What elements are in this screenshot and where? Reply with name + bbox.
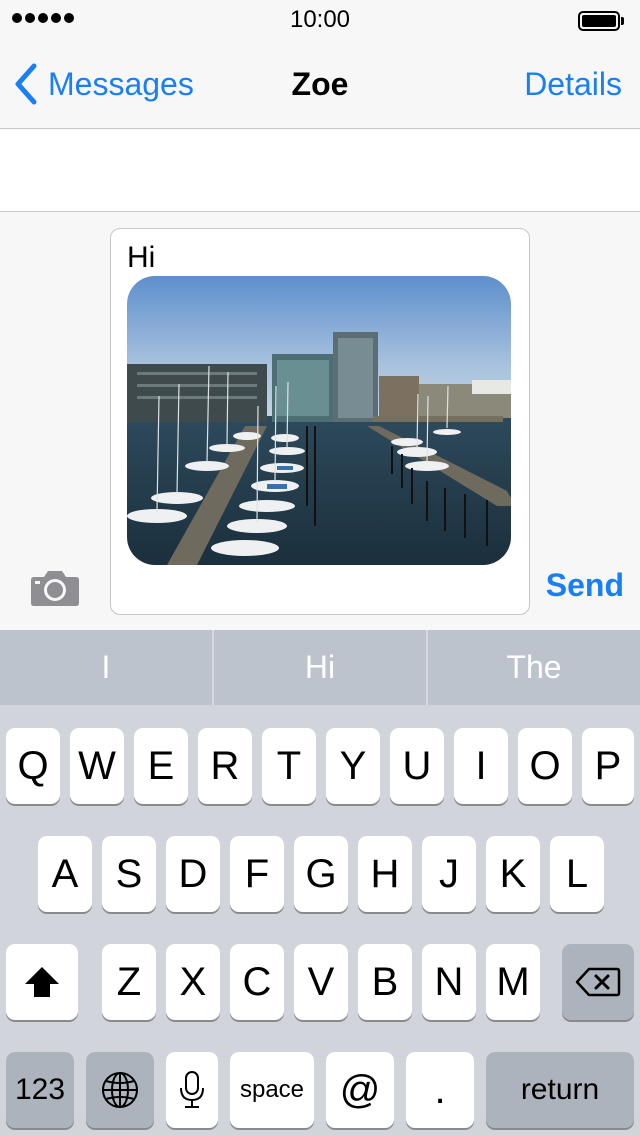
key-t[interactable]: T — [262, 728, 316, 804]
shift-key[interactable] — [6, 944, 78, 1020]
key-j[interactable]: J — [422, 836, 476, 912]
send-button[interactable]: Send — [546, 567, 624, 604]
key-x[interactable]: X — [166, 944, 220, 1020]
message-input[interactable]: Hi — [110, 228, 530, 615]
key-y[interactable]: Y — [326, 728, 380, 804]
key-d[interactable]: D — [166, 836, 220, 912]
back-button-label: Messages — [48, 65, 194, 102]
microphone-icon — [180, 1071, 204, 1108]
dictation-key[interactable] — [166, 1052, 218, 1128]
key-w[interactable]: W — [70, 728, 124, 804]
globe-icon — [102, 1072, 138, 1108]
details-button[interactable]: Details — [524, 66, 622, 103]
navigation-bar: Messages Zoe Details — [0, 40, 640, 129]
key-e[interactable]: E — [134, 728, 188, 804]
camera-icon[interactable] — [30, 567, 80, 607]
numbers-key[interactable]: 123 — [6, 1052, 74, 1128]
period-key[interactable]: . — [406, 1052, 474, 1128]
prediction-suggestion[interactable]: I — [0, 630, 214, 705]
key-o[interactable]: O — [518, 728, 572, 804]
return-key[interactable]: return — [486, 1052, 634, 1128]
backspace-icon — [575, 967, 621, 997]
chevron-left-icon — [15, 63, 37, 105]
key-b[interactable]: B — [358, 944, 412, 1020]
key-g[interactable]: G — [294, 836, 348, 912]
keyboard: Q W E R T Y U I O P A S D F G H J K L Z … — [0, 705, 640, 1136]
delete-key[interactable] — [562, 944, 634, 1020]
key-a[interactable]: A — [38, 836, 92, 912]
key-n[interactable]: N — [422, 944, 476, 1020]
message-thread[interactable] — [0, 130, 640, 212]
prediction-suggestion[interactable]: The — [428, 630, 640, 705]
shift-arrow-icon — [25, 967, 59, 997]
key-c[interactable]: C — [230, 944, 284, 1020]
key-f[interactable]: F — [230, 836, 284, 912]
key-r[interactable]: R — [198, 728, 252, 804]
at-key[interactable]: @ — [326, 1052, 394, 1128]
message-input-text: Hi — [127, 241, 156, 274]
globe-key[interactable] — [86, 1052, 154, 1128]
key-m[interactable]: M — [486, 944, 540, 1020]
back-button[interactable]: Messages — [14, 62, 194, 106]
attached-photo[interactable] — [127, 276, 511, 565]
status-time: 10:00 — [289, 6, 351, 33]
predictive-text-bar: I Hi The — [0, 630, 640, 705]
key-h[interactable]: H — [358, 836, 412, 912]
key-l[interactable]: L — [550, 836, 604, 912]
key-i[interactable]: I — [454, 728, 508, 804]
status-bar: 10:00 — [0, 0, 640, 40]
key-q[interactable]: Q — [6, 728, 60, 804]
key-s[interactable]: S — [102, 836, 156, 912]
key-z[interactable]: Z — [102, 944, 156, 1020]
key-p[interactable]: P — [582, 728, 634, 804]
battery-icon — [578, 11, 624, 31]
message-composer: Hi Send — [0, 213, 640, 630]
space-key[interactable]: space — [230, 1052, 314, 1128]
key-v[interactable]: V — [294, 944, 348, 1020]
key-u[interactable]: U — [390, 728, 444, 804]
key-k[interactable]: K — [486, 836, 540, 912]
prediction-suggestion[interactable]: Hi — [214, 630, 428, 705]
